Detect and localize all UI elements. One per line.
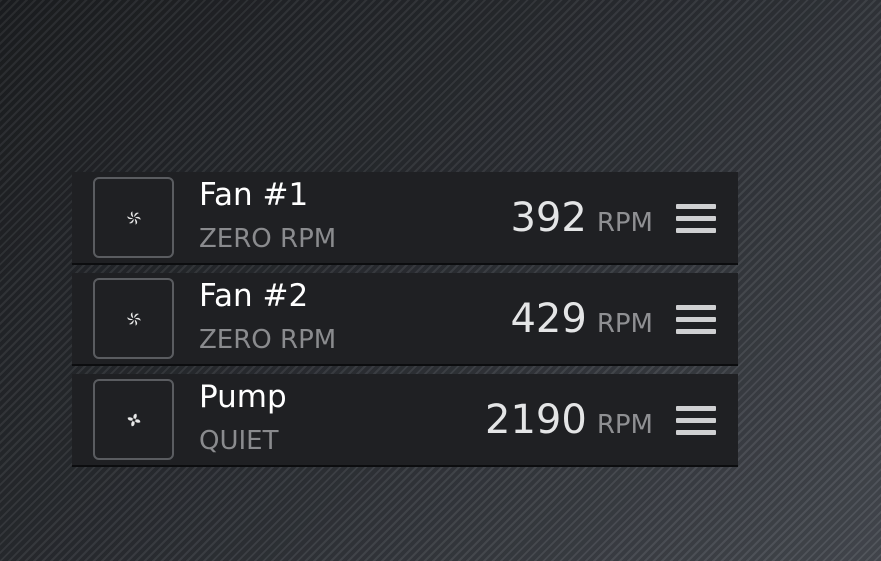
device-name: Fan #1 [199, 177, 309, 213]
menu-icon[interactable] [676, 406, 716, 438]
speed-readout: 429 RPM [510, 295, 653, 343]
fan-icon [126, 210, 141, 225]
speed-readout: 2190 RPM [485, 396, 653, 444]
device-row-fan-1[interactable]: Fan #1 ZERO RPM 392 RPM [72, 172, 738, 265]
speed-unit: RPM [596, 208, 653, 238]
device-list: Fan #1 ZERO RPM 392 RPM Fan #2 ZERO RPM … [72, 172, 738, 467]
speed-value: 429 [510, 296, 587, 342]
pump-icon-button[interactable] [93, 379, 174, 460]
speed-value: 392 [510, 195, 587, 241]
device-name: Fan #2 [199, 278, 309, 314]
fan-icon [126, 311, 141, 326]
fan-icon-button[interactable] [93, 278, 174, 359]
menu-icon[interactable] [676, 305, 716, 337]
speed-readout: 392 RPM [510, 194, 653, 242]
device-row-pump[interactable]: Pump QUIET 2190 RPM [72, 374, 738, 467]
device-mode: QUIET [199, 426, 279, 456]
speed-value: 2190 [485, 397, 587, 443]
speed-unit: RPM [596, 309, 653, 339]
speed-unit: RPM [596, 410, 653, 440]
device-mode: ZERO RPM [199, 325, 337, 355]
device-mode: ZERO RPM [199, 224, 337, 254]
pump-icon [127, 413, 140, 426]
menu-icon[interactable] [676, 204, 716, 236]
device-row-fan-2[interactable]: Fan #2 ZERO RPM 429 RPM [72, 273, 738, 366]
fan-icon-button[interactable] [93, 177, 174, 258]
device-name: Pump [199, 379, 287, 415]
